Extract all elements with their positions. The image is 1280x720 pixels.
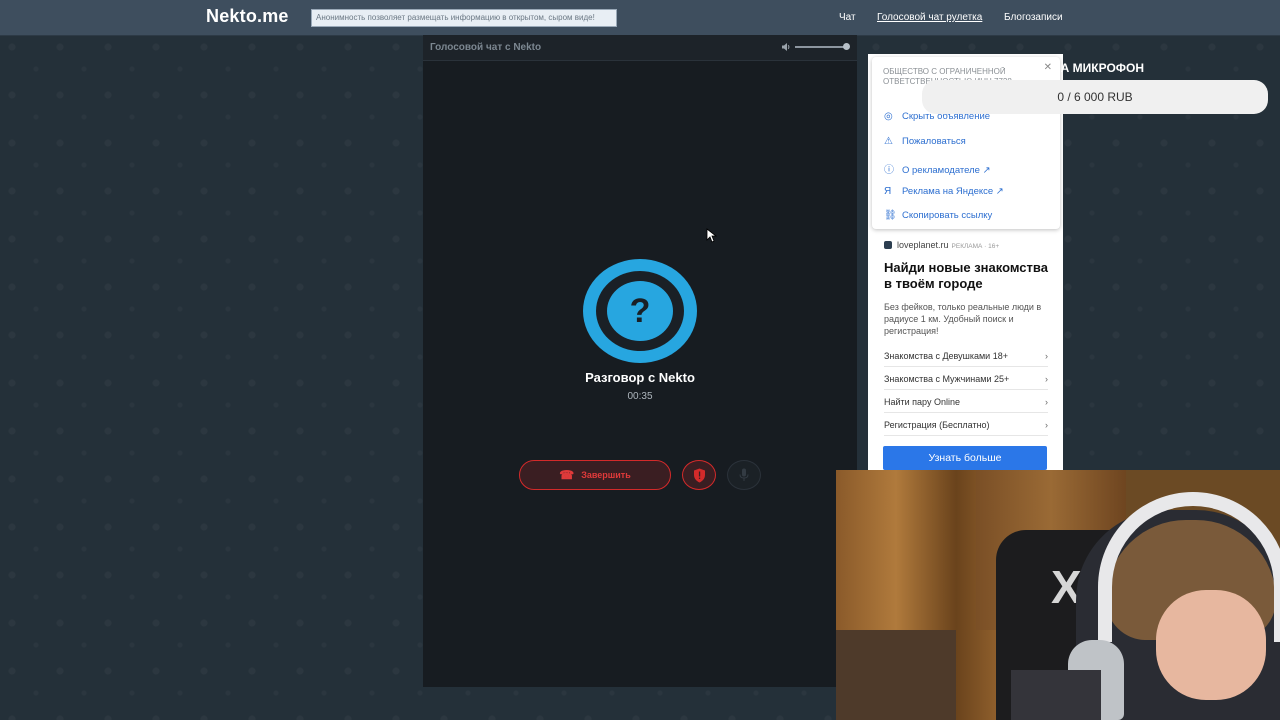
panel-header: Голосовой чат с Nekto [423,35,857,61]
link-icon: ⛓ [884,210,897,221]
end-call-button[interactable]: ☎ Завершить [519,460,671,490]
ad-menu-about-advertiser[interactable]: ⓘ О рекламодателе ↗ [884,161,991,176]
ad-link-item[interactable]: Найти пару Online › [884,392,1048,413]
nav-link-blog[interactable]: Блогозаписи [1004,12,1063,23]
announcement-ticker: Анонимность позволяет размещать информац… [311,9,617,27]
webcam-shelf [836,630,956,720]
ad-menu-copy-link[interactable]: ⛓ Скопировать ссылку [884,210,992,221]
ad-link-item[interactable]: Знакомства с Мужчинами 25+ › [884,369,1048,390]
microphone-icon [739,468,749,481]
ad-domain[interactable]: loveplanet.ru РЕКЛАМА · 16+ [884,240,999,250]
ad-link-item[interactable]: Регистрация (Бесплатно) › [884,415,1048,436]
donation-progress-bar: 0 / 6 000 RUB [922,80,1268,114]
site-logo[interactable]: Nekto.me [206,6,289,27]
shield-icon [694,468,705,483]
warning-icon: ⚠ [884,136,893,147]
ad-body-text: Без фейков, только реальные люди в радиу… [884,302,1042,336]
webcam-foreground [1011,670,1101,720]
volume-slider[interactable] [781,42,851,52]
chevron-right-icon: › [1045,420,1048,430]
mute-microphone-button[interactable] [727,460,761,490]
ad-link-item[interactable]: Знакомства с Девушками 18+ › [884,346,1048,367]
volume-track[interactable] [795,46,847,48]
yandex-icon: Я [884,186,892,197]
partner-avatar: ? [583,259,697,363]
panel-title: Голосовой чат с Nekto [430,42,542,53]
nav-link-voice-roulette[interactable]: Голосовой чат рулетка [877,12,982,23]
ad-menu-report[interactable]: ⚠ Пожаловаться [884,136,966,147]
voice-chat-panel: Голосовой чат с Nekto ? Разговор с Nekto… [423,35,857,687]
phone-hangup-icon: ☎ [559,468,575,482]
chevron-right-icon: › [1045,351,1048,361]
question-mark-icon: ? [607,281,673,341]
eye-off-icon: ◎ [884,111,893,122]
ad-cta-button[interactable]: Узнать больше [883,446,1047,470]
mouse-cursor-icon [706,228,717,243]
donation-goal-label: НА МИКРОФОН [1052,61,1145,75]
report-shield-button[interactable] [682,460,716,490]
info-icon: ⓘ [884,165,894,176]
volume-knob[interactable] [843,43,850,50]
conversation-title: Разговор с Nekto [585,370,695,385]
ad-menu-yandex-ads[interactable]: Я Реклама на Яндексе ↗ [884,186,1004,197]
site-favicon-icon [884,241,892,249]
close-icon[interactable]: ✕ [1044,62,1052,73]
top-navbar: Nekto.me Анонимность позволяет размещать… [0,0,1280,36]
chevron-right-icon: › [1045,374,1048,384]
call-timer: 00:35 [627,391,653,402]
speaker-icon [782,43,790,51]
ad-headline[interactable]: Найди новые знаком­ства в твоём городе [884,260,1054,292]
webcam-overlay: X [836,470,1280,720]
advertisement-card: ОБЩЕСТВО С ОГРАНИЧЕННОЙ ОТВЕТСТВЕННОСТЬЮ… [868,54,1063,470]
end-call-label: Завершить [581,470,631,480]
chevron-right-icon: › [1045,397,1048,407]
nav-link-chat[interactable]: Чат [839,12,856,23]
